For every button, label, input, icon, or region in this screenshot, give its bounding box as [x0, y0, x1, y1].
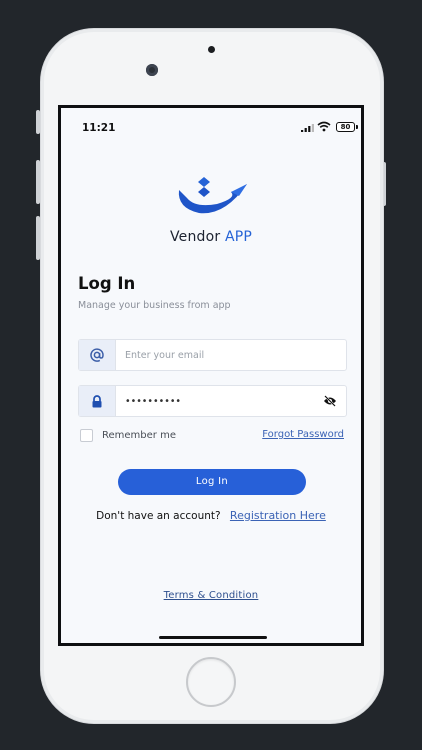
- login-button[interactable]: Log In: [118, 469, 306, 495]
- email-addon: [79, 340, 116, 370]
- earpiece-speaker: [208, 46, 215, 53]
- cellular-signal-icon: [301, 124, 314, 132]
- register-row: Don't have an account? Registration Here: [61, 509, 361, 522]
- password-addon: [79, 386, 116, 416]
- status-time: 11:21: [82, 122, 116, 134]
- register-prompt: Don't have an account?: [96, 510, 221, 522]
- remember-me-label: Remember me: [102, 430, 176, 441]
- home-indicator: [159, 636, 267, 639]
- terms-link[interactable]: Terms & Condition: [61, 590, 361, 601]
- brand-name: Vendor APP: [61, 229, 361, 245]
- password-field: [78, 385, 347, 417]
- front-camera: [146, 64, 158, 76]
- app-screen: 11:21 80 Vendor APP Log In Manage your b…: [58, 105, 364, 646]
- remember-me-checkbox[interactable]: [80, 429, 93, 442]
- password-input[interactable]: [125, 386, 315, 416]
- battery-icon: 80: [336, 122, 358, 132]
- lock-icon: [92, 394, 102, 407]
- at-sign-icon: [90, 348, 104, 362]
- vendor-app-logo: [178, 177, 247, 214]
- wifi-icon: [317, 121, 331, 132]
- registration-link[interactable]: Registration Here: [230, 509, 326, 522]
- home-button[interactable]: [186, 657, 236, 707]
- page-title: Log In: [78, 274, 136, 293]
- page-subtitle: Manage your business from app: [78, 300, 231, 311]
- email-input[interactable]: [125, 340, 315, 370]
- brand-accent: APP: [224, 229, 253, 245]
- brand-text: Vendor: [169, 229, 221, 245]
- status-bar: 11:21 80: [61, 108, 361, 146]
- eye-slash-icon[interactable]: [323, 395, 337, 407]
- forgot-password-link[interactable]: Forgot Password: [262, 429, 344, 440]
- remember-me-row[interactable]: Remember me: [80, 429, 176, 442]
- email-field: [78, 339, 347, 371]
